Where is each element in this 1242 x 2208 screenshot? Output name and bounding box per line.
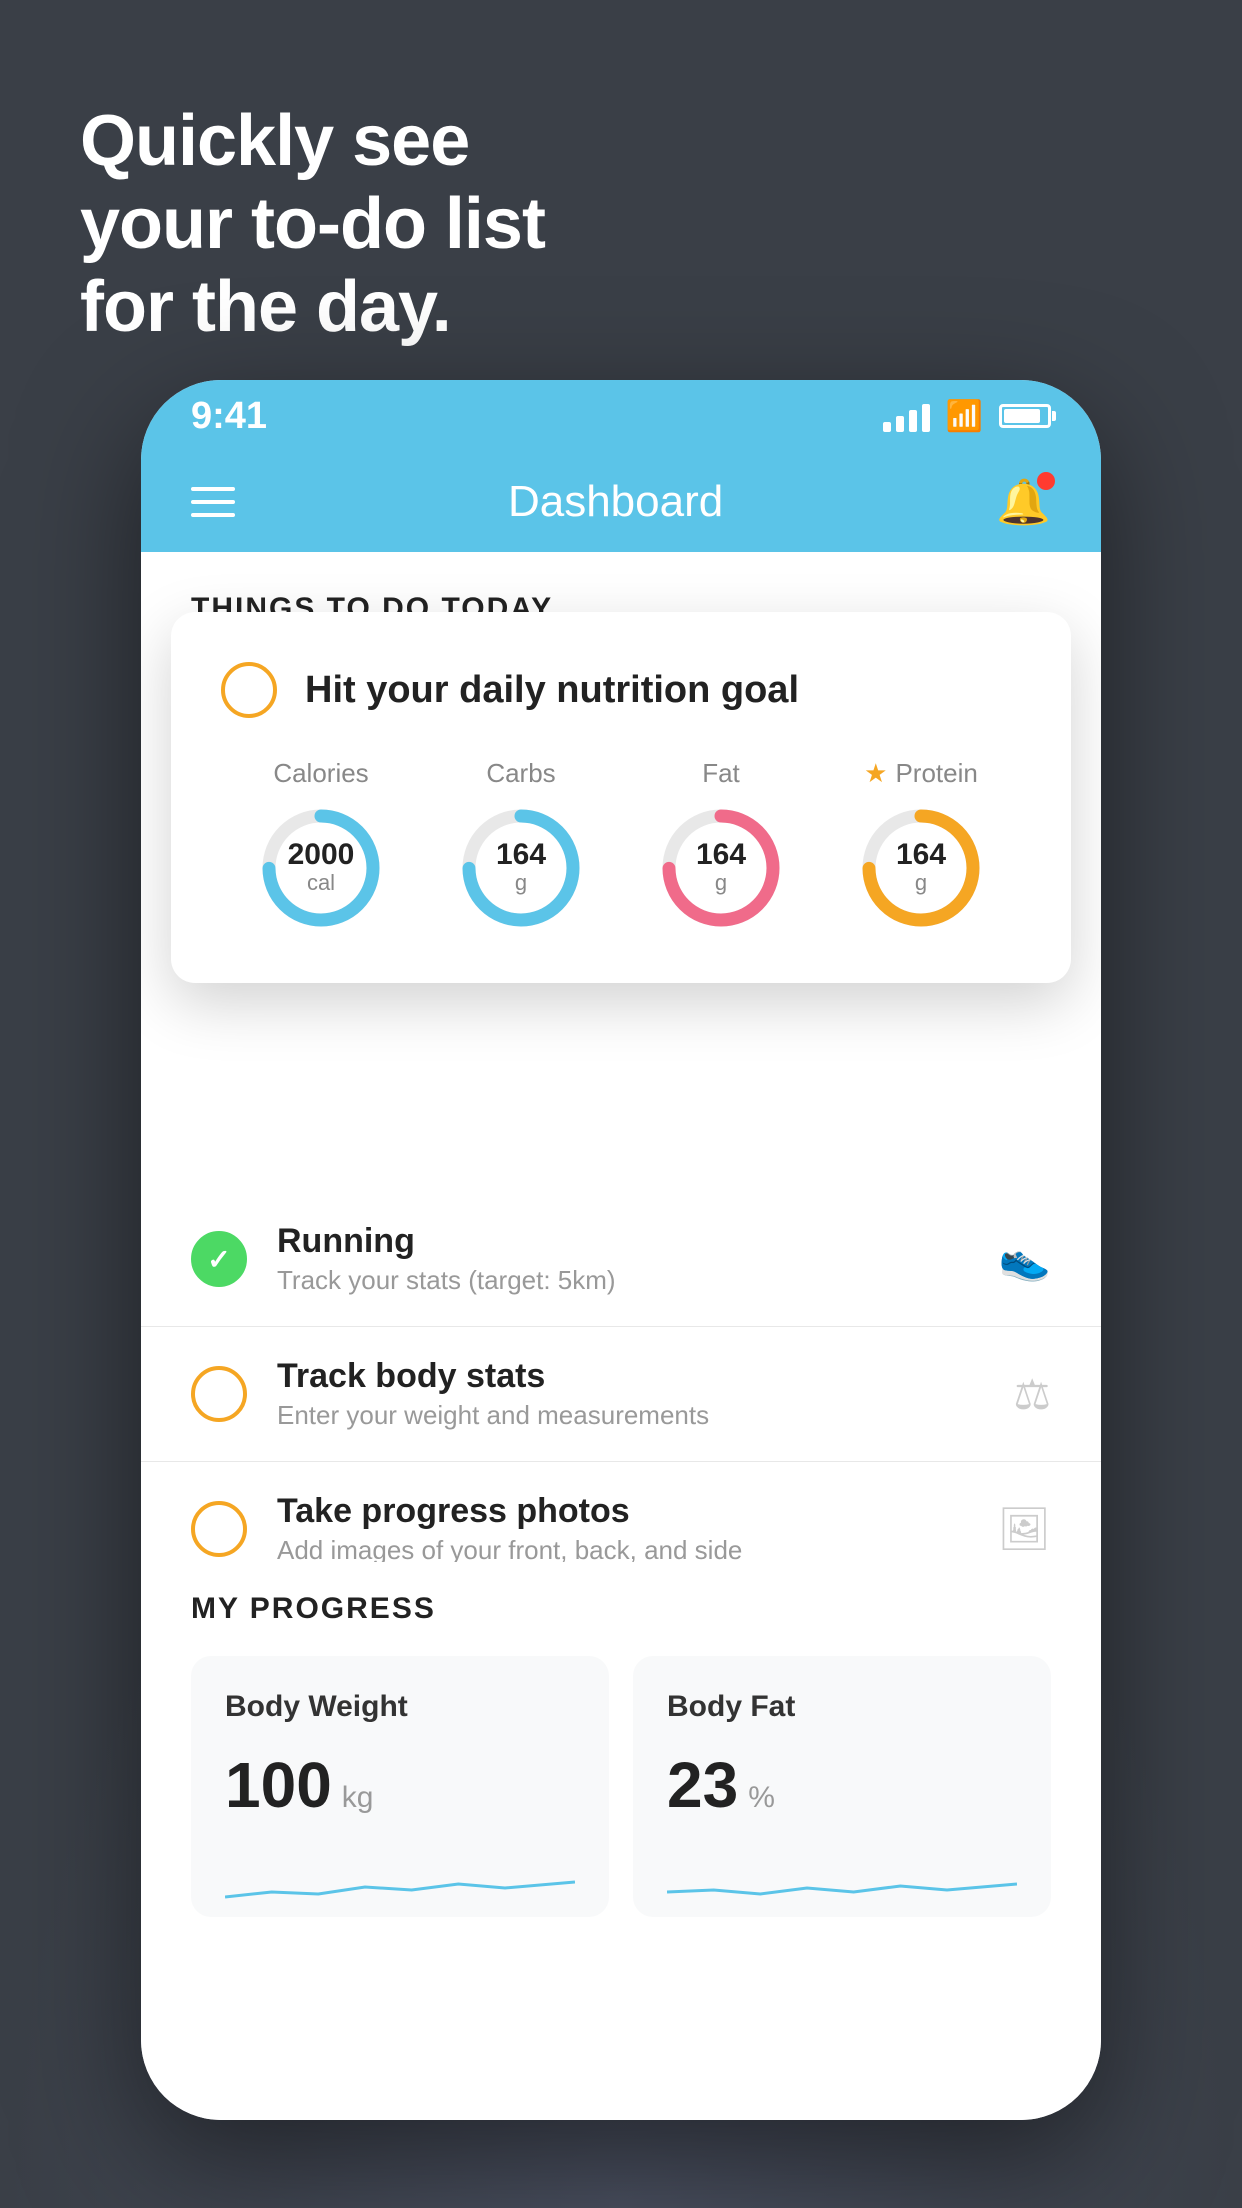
running-name: Running	[277, 1222, 969, 1261]
camera-icon: 🖼	[998, 1505, 1051, 1554]
running-icon: 👟	[999, 1235, 1051, 1284]
wifi-icon: 📶	[946, 399, 983, 434]
running-text: Running Track your stats (target: 5km)	[277, 1222, 969, 1296]
battery-icon	[999, 404, 1051, 428]
calories-unit: cal	[288, 870, 355, 896]
body-weight-card[interactable]: Body Weight 100 kg	[191, 1656, 609, 1917]
scale-icon: ⚖	[1013, 1370, 1051, 1419]
nutrition-card-title: Hit your daily nutrition goal	[305, 669, 799, 712]
body-stats-name: Track body stats	[277, 1357, 983, 1396]
macro-calories: Calories 2000 cal	[256, 758, 386, 933]
body-fat-value-row: 23 %	[667, 1748, 1017, 1822]
body-weight-value: 100	[225, 1748, 332, 1822]
card-title-row: Hit your daily nutrition goal	[221, 662, 1021, 718]
notifications-button[interactable]: 🔔	[996, 476, 1051, 528]
body-fat-card[interactable]: Body Fat 23 %	[633, 1656, 1051, 1917]
protein-value: 164	[896, 840, 946, 870]
status-icons: 📶	[883, 399, 1051, 434]
body-stats-text: Track body stats Enter your weight and m…	[277, 1357, 983, 1431]
protein-donut: 164 g	[856, 803, 986, 933]
body-weight-chart	[225, 1852, 575, 1912]
body-weight-title: Body Weight	[225, 1690, 575, 1724]
fat-unit: g	[696, 870, 746, 896]
body-stats-sub: Enter your weight and measurements	[277, 1400, 983, 1431]
status-time: 9:41	[191, 395, 267, 438]
menu-button[interactable]	[191, 487, 235, 517]
nav-title: Dashboard	[508, 477, 723, 527]
status-bar: 9:41 📶	[141, 380, 1101, 452]
notification-badge	[1037, 472, 1055, 490]
calories-donut: 2000 cal	[256, 803, 386, 933]
carbs-label: Carbs	[486, 758, 555, 789]
phone-frame: 9:41 📶 Dashboard 🔔 THINGS TO DO TOD	[141, 380, 1101, 2120]
protein-unit: g	[896, 870, 946, 896]
body-weight-unit: kg	[342, 1781, 374, 1815]
fat-donut: 164 g	[656, 803, 786, 933]
body-fat-unit: %	[748, 1781, 775, 1815]
nav-bar: Dashboard 🔔	[141, 452, 1101, 552]
body-stats-checkbox[interactable]	[191, 1366, 247, 1422]
macros-row: Calories 2000 cal Carbs	[221, 758, 1021, 933]
content-area: THINGS TO DO TODAY Hit your daily nutrit…	[141, 552, 1101, 2120]
running-sub: Track your stats (target: 5km)	[277, 1265, 969, 1296]
macro-fat: Fat 164 g	[656, 758, 786, 933]
macro-carbs: Carbs 164 g	[456, 758, 586, 933]
photos-name: Take progress photos	[277, 1492, 968, 1531]
calories-label: Calories	[273, 758, 368, 789]
photos-text: Take progress photos Add images of your …	[277, 1492, 968, 1566]
todo-list: ✓ Running Track your stats (target: 5km)…	[141, 1192, 1101, 1597]
calories-value: 2000	[288, 840, 355, 870]
headline: Quickly see your to-do list for the day.	[80, 100, 545, 348]
macro-protein: ★ Protein 164 g	[856, 758, 986, 933]
protein-label: ★ Protein	[864, 758, 978, 789]
fat-label: Fat	[702, 758, 740, 789]
check-icon: ✓	[207, 1243, 230, 1276]
progress-header: MY PROGRESS	[191, 1592, 1051, 1626]
body-fat-title: Body Fat	[667, 1690, 1017, 1724]
nutrition-checkbox[interactable]	[221, 662, 277, 718]
carbs-value: 164	[496, 840, 546, 870]
todo-item-running[interactable]: ✓ Running Track your stats (target: 5km)…	[141, 1192, 1101, 1327]
carbs-unit: g	[496, 870, 546, 896]
body-fat-chart	[667, 1852, 1017, 1912]
carbs-donut: 164 g	[456, 803, 586, 933]
signal-icon	[883, 400, 930, 432]
progress-cards: Body Weight 100 kg Body Fat 23 %	[191, 1656, 1051, 1917]
star-icon: ★	[864, 758, 887, 789]
body-fat-value: 23	[667, 1748, 738, 1822]
photos-checkbox[interactable]	[191, 1501, 247, 1557]
progress-section: MY PROGRESS Body Weight 100 kg Body Fat	[141, 1562, 1101, 1947]
body-weight-value-row: 100 kg	[225, 1748, 575, 1822]
fat-value: 164	[696, 840, 746, 870]
todo-item-body-stats[interactable]: Track body stats Enter your weight and m…	[141, 1327, 1101, 1462]
running-checkbox[interactable]: ✓	[191, 1231, 247, 1287]
nutrition-card: Hit your daily nutrition goal Calories 2…	[171, 612, 1071, 983]
